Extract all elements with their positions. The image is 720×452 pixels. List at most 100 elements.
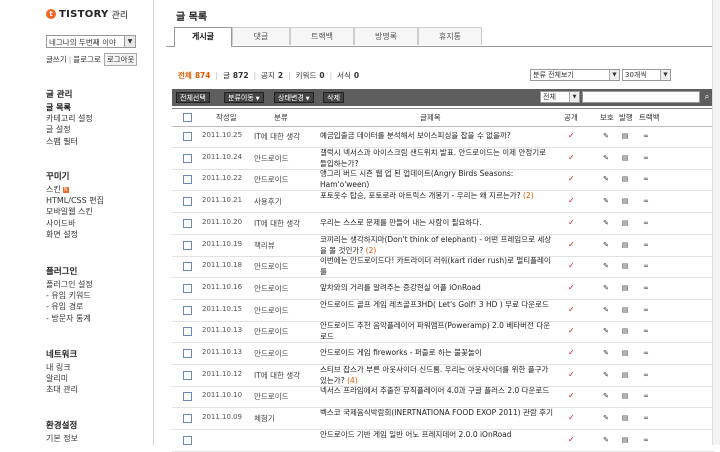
tab-comments[interactable]: 댓글 — [232, 27, 290, 45]
row-category[interactable]: 안드로이드 — [254, 174, 289, 185]
sidebar-item-visitor-stats[interactable]: - 방문자 통계 — [46, 313, 93, 324]
sidebar-item-basic-info[interactable]: 기본 정보 — [46, 433, 78, 444]
publish-icon[interactable]: ▤ — [621, 219, 629, 227]
change-state-button[interactable]: 상태변경 ▼ — [274, 92, 314, 103]
lock-icon[interactable]: ✎ — [602, 241, 610, 249]
checkmark-icon[interactable]: ✓ — [568, 436, 576, 444]
summary-all-label[interactable]: 전체 — [178, 70, 192, 81]
sidebar-item-invite[interactable]: 초대 관리 — [46, 384, 78, 395]
select-all-button[interactable]: 전체선택 — [176, 92, 210, 103]
category-filter-select[interactable]: 분류 전체보기 ▼ — [530, 69, 620, 81]
link-icon[interactable]: ∞ — [642, 392, 650, 400]
publish-icon[interactable]: ▤ — [621, 436, 629, 444]
sidebar-item-spam-filter[interactable]: 스팸 필터 — [46, 136, 93, 147]
sidebar-item-html-css[interactable]: HTML/CSS 편집 — [46, 195, 104, 206]
link-icon[interactable]: ∞ — [642, 284, 650, 292]
publish-icon[interactable]: ▤ — [621, 327, 629, 335]
row-checkbox[interactable] — [183, 392, 192, 401]
summary-post-label[interactable]: 글 — [223, 70, 230, 81]
row-category[interactable]: IT에 대한 생각 — [254, 218, 300, 229]
lock-icon[interactable]: ✎ — [602, 219, 610, 227]
lock-icon[interactable]: ✎ — [602, 349, 610, 357]
row-category[interactable]: 안드로이드 — [254, 283, 289, 294]
row-category[interactable]: 사용후기 — [254, 196, 282, 207]
row-checkbox[interactable] — [183, 306, 192, 315]
sidebar-item-screen-settings[interactable]: 화면 설정 — [46, 229, 104, 240]
row-title[interactable]: 예금입출금 데이터를 분석해서 보이스피싱을 잡을 수 없을까? — [320, 131, 511, 140]
tab-trash[interactable]: 휴지통 — [418, 27, 482, 45]
link-icon[interactable]: ∞ — [642, 436, 650, 444]
link-icon[interactable]: ∞ — [642, 175, 650, 183]
sidebar-item-skin[interactable]: 스킨 N — [46, 184, 104, 195]
row-checkbox[interactable] — [183, 219, 192, 228]
scrollbar[interactable] — [712, 0, 720, 445]
publish-icon[interactable]: ▤ — [621, 414, 629, 422]
publish-icon[interactable]: ▤ — [621, 349, 629, 357]
row-checkbox[interactable] — [183, 284, 192, 293]
row-category[interactable]: 안드로이드 — [254, 391, 289, 402]
tab-posts[interactable]: 게시글 — [174, 27, 232, 47]
link-icon[interactable]: ∞ — [642, 132, 650, 140]
lock-icon[interactable]: ✎ — [602, 306, 610, 314]
tab-guestbook[interactable]: 방명록 — [354, 27, 418, 45]
select-all-checkbox[interactable] — [183, 113, 192, 122]
row-title[interactable]: 안드로이드 추천 음악플레이어 파워앰프(Poweramp) 2.0 베타버전 … — [320, 321, 550, 341]
row-category[interactable]: 안드로이드 — [254, 305, 289, 316]
row-category[interactable]: IT에 대한 생각 — [254, 131, 300, 142]
lock-icon[interactable]: ✎ — [602, 371, 610, 379]
lock-icon[interactable]: ✎ — [602, 175, 610, 183]
row-title[interactable]: 안드로이드 골프 게임 레츠골프3HD( Let's Golf! 3 HD ) … — [320, 300, 549, 309]
lock-icon[interactable]: ✎ — [602, 262, 610, 270]
row-checkbox[interactable] — [183, 197, 192, 206]
row-category[interactable]: 안드로이드 — [254, 348, 289, 359]
row-checkbox[interactable] — [183, 436, 192, 445]
publish-icon[interactable]: ▤ — [621, 241, 629, 249]
publish-icon[interactable]: ▤ — [621, 284, 629, 292]
move-category-button[interactable]: 분류이동 ▼ — [224, 92, 264, 103]
sidebar-item-post-settings[interactable]: 글 설정 — [46, 124, 93, 135]
publish-icon[interactable]: ▤ — [621, 197, 629, 205]
publish-icon[interactable]: ▤ — [621, 175, 629, 183]
row-title[interactable]: 이번에는 안드로이드다! 카트라이더 러쉬(kart rider rush)로 … — [320, 256, 551, 276]
row-category[interactable]: 안드로이드 — [254, 326, 289, 337]
lock-icon[interactable]: ✎ — [602, 154, 610, 162]
checkmark-icon[interactable]: ✓ — [568, 219, 576, 227]
publish-icon[interactable]: ▤ — [621, 132, 629, 140]
row-checkbox[interactable] — [183, 154, 192, 163]
comment-count[interactable]: (2) — [523, 191, 534, 200]
link-icon[interactable]: ∞ — [642, 241, 650, 249]
checkmark-icon[interactable]: ✓ — [568, 154, 576, 162]
sidebar-item-sidebar[interactable]: 사이드바 — [46, 218, 104, 229]
lock-icon[interactable]: ✎ — [602, 414, 610, 422]
publish-icon[interactable]: ▤ — [621, 371, 629, 379]
checkmark-icon[interactable]: ✓ — [568, 349, 576, 357]
checkmark-icon[interactable]: ✓ — [568, 132, 576, 140]
link-icon[interactable]: ∞ — [642, 371, 650, 379]
comment-count[interactable]: (2) — [366, 246, 377, 255]
search-icon[interactable]: ⌕ — [702, 92, 712, 102]
comment-count[interactable]: (4) — [347, 376, 358, 385]
checkmark-icon[interactable]: ✓ — [568, 306, 576, 314]
row-title[interactable]: 코끼리는 생각하지마(Don't think of elephant) - 어떤… — [320, 235, 551, 255]
summary-form-label[interactable]: 서식 — [337, 70, 351, 81]
page-size-select[interactable]: 30개씩 ▼ — [622, 69, 671, 81]
checkmark-icon[interactable]: ✓ — [568, 262, 576, 270]
checkmark-icon[interactable]: ✓ — [568, 197, 576, 205]
checkmark-icon[interactable]: ✓ — [568, 241, 576, 249]
link-icon[interactable]: ∞ — [642, 306, 650, 314]
sidebar-item-mobile-skin[interactable]: 모바일웹 스킨 — [46, 206, 104, 217]
link-icon[interactable]: ∞ — [642, 349, 650, 357]
link-icon[interactable]: ∞ — [642, 327, 650, 335]
sidebar-item-plugin-settings[interactable]: 플러그인 설정 — [46, 279, 93, 290]
search-scope-select[interactable]: 전체 ▼ — [540, 91, 580, 103]
checkmark-icon[interactable]: ✓ — [568, 175, 576, 183]
row-category[interactable]: IT에 대한 생각 — [254, 370, 300, 381]
row-checkbox[interactable] — [183, 262, 192, 271]
row-title[interactable]: 넥서스 프라임에서 추출한 뮤직플레이어 4.0과 구글 플러스 2.0 다운로… — [320, 386, 549, 395]
row-checkbox[interactable] — [183, 371, 192, 380]
row-checkbox[interactable] — [183, 241, 192, 250]
summary-keyword-label[interactable]: 키워드 — [296, 70, 317, 81]
sidebar-item-inflow-path[interactable]: - 유입 경로 — [46, 301, 93, 312]
publish-icon[interactable]: ▤ — [621, 306, 629, 314]
blog-selector[interactable]: 네그나의 두번째 이야 ▼ — [46, 35, 136, 48]
